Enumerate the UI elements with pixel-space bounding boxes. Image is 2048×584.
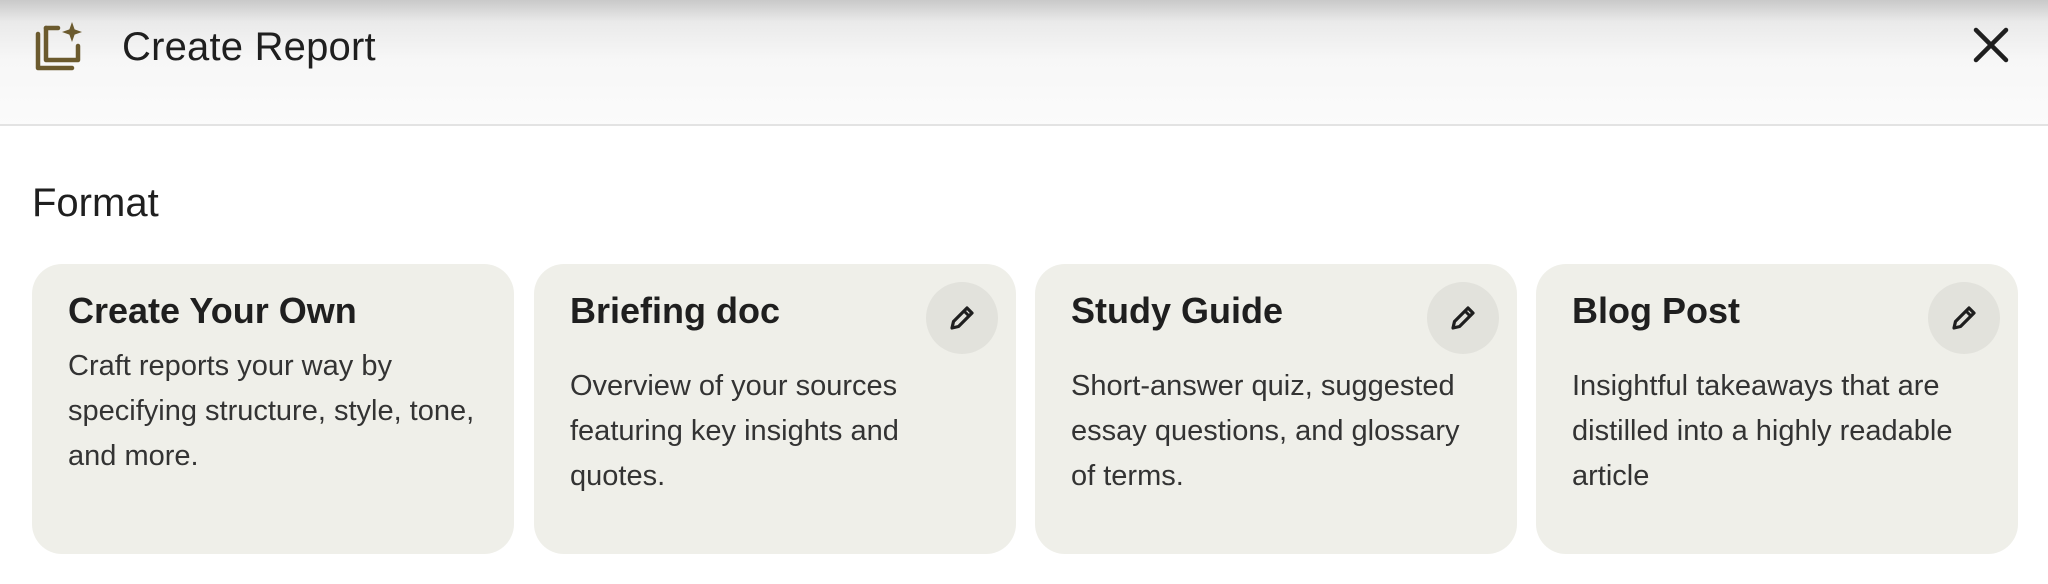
format-card-briefing-doc[interactable]: Briefing doc Overview of your sources fe… — [534, 264, 1016, 554]
card-title: Create Your Own — [68, 290, 357, 331]
edit-button[interactable] — [1928, 282, 2000, 354]
format-section-title: Format — [32, 181, 159, 225]
format-card-create-your-own[interactable]: Create Your Own Craft reports your way b… — [32, 264, 514, 554]
card-description: Insightful takeaways that are distilled … — [1572, 370, 1953, 492]
pencil-icon — [950, 306, 974, 330]
card-title: Study Guide — [1071, 290, 1284, 331]
dialog-title: Create Report — [122, 25, 376, 69]
report-sparkle-icon — [35, 22, 82, 71]
format-card-blog-post[interactable]: Blog Post Insightful takeaways that are … — [1536, 264, 2018, 554]
card-title: Blog Post — [1572, 290, 1740, 331]
create-report-dialog: Create Report Format Create Your Own Cra… — [0, 0, 2048, 584]
card-description: Craft reports your way by specifying str… — [68, 350, 475, 472]
dialog-header: Create Report — [0, 0, 2048, 126]
card-description: Overview of your sources featuring key i… — [570, 370, 899, 492]
format-cards: Create Your Own Craft reports your way b… — [32, 264, 2020, 554]
edit-button[interactable] — [926, 282, 998, 354]
pencil-icon — [1451, 306, 1475, 330]
edit-button[interactable] — [1427, 282, 1499, 354]
card-title: Briefing doc — [570, 290, 781, 331]
close-icon[interactable] — [1966, 20, 2016, 70]
card-description: Short-answer quiz, suggested essay quest… — [1071, 370, 1460, 492]
format-card-study-guide[interactable]: Study Guide Short-answer quiz, suggested… — [1035, 264, 1517, 554]
pencil-icon — [1952, 306, 1976, 330]
